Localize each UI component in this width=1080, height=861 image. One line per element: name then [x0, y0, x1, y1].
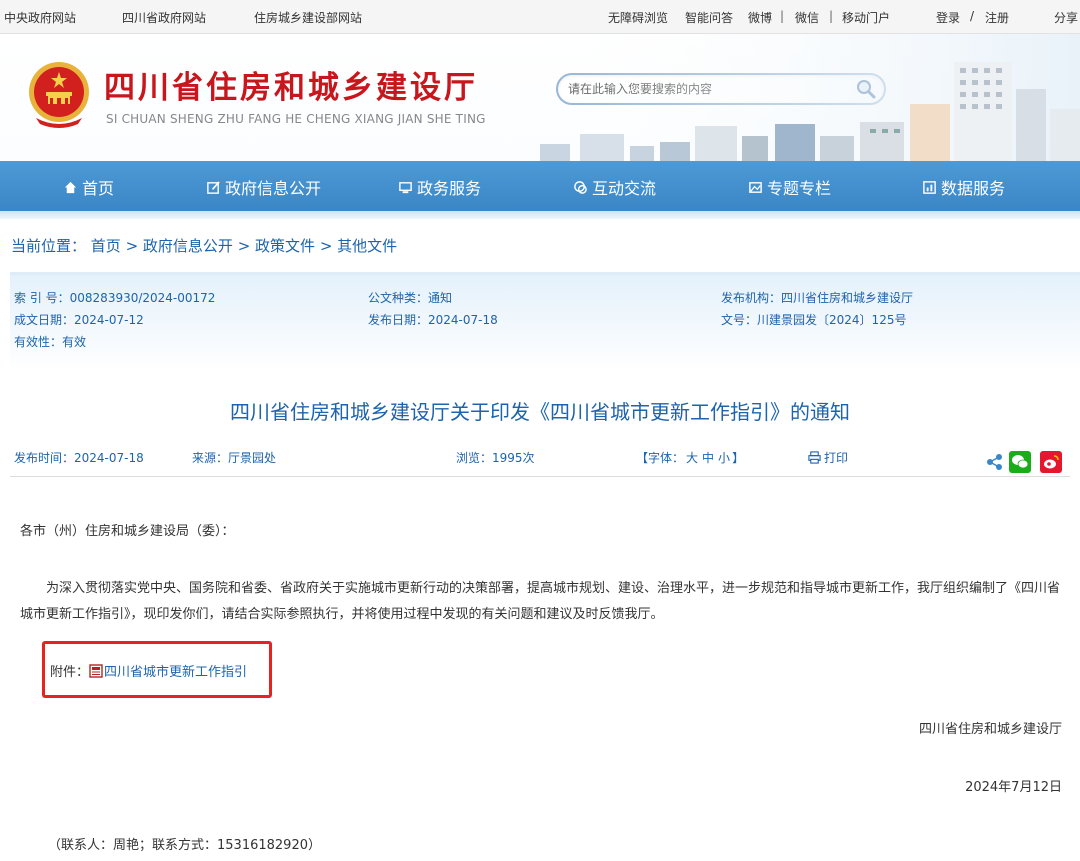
body-paragraph: 为深入贯彻落实党中央、国务院和省委、省政府关于实施城市更新行动的决策部署，提高城…	[20, 581, 1061, 622]
attachment-link[interactable]: 四川省城市更新工作指引	[104, 661, 247, 680]
city-skyline-illustration	[520, 34, 1080, 161]
chat-icon	[574, 180, 587, 194]
separator: /	[970, 9, 975, 23]
nav-item-label: 互动交流	[592, 179, 657, 198]
share-link[interactable]: 分享	[1054, 9, 1078, 26]
breadcrumb-gov-info[interactable]: 政府信息公开	[143, 237, 233, 255]
nav-item-label: 政务服务	[417, 179, 482, 198]
view-count: 浏览：1995次	[456, 451, 535, 465]
breadcrumb-other[interactable]: 其他文件	[337, 237, 397, 255]
link-accessibility[interactable]: 无障碍浏览	[608, 9, 668, 26]
signature: 四川省住房和城乡建设厅	[918, 722, 1062, 737]
image-icon	[749, 181, 762, 193]
article-meta: 发布时间：2024-07-18 来源：厅景园处 浏览：1995次 【字体：大中小…	[0, 446, 1080, 476]
contact-info: （联系人：周艳；联系方式：15316182920）	[48, 838, 321, 853]
breadcrumb-home[interactable]: 首页	[91, 237, 121, 255]
font-size-large[interactable]: 大	[686, 451, 698, 465]
nav-item-topics[interactable]: 专题专栏	[748, 175, 831, 199]
link-central-gov[interactable]: 中央政府网站	[4, 9, 76, 26]
issuing-org: 发布机构：四川省住房和城乡建设厅	[721, 291, 914, 305]
nav-item-interaction[interactable]: 互动交流	[573, 175, 656, 199]
monitor-icon	[399, 181, 412, 193]
main-nav: 首页 政府信息公开 政务服务 互动交流 专题专栏 数据服务	[0, 161, 1080, 211]
nav-item-label: 首页	[82, 179, 115, 198]
separator: |	[829, 9, 834, 23]
salutation: 各市（州）住房和城乡建设局（委）：	[20, 524, 235, 539]
link-wechat[interactable]: 微信	[795, 9, 819, 26]
link-sichuan-gov[interactable]: 四川省政府网站	[122, 9, 206, 26]
document-number: 文号：川建景园发〔2024〕125号	[721, 313, 907, 327]
breadcrumb-sep: >	[315, 237, 338, 255]
document-metadata: 索 引 号：008283930/2024-00172 公文种类：通知 发布机构：…	[10, 272, 1080, 372]
register-link[interactable]: 注册	[985, 9, 1009, 26]
edit-icon	[207, 180, 220, 194]
doc-type: 公文种类：通知	[368, 291, 453, 305]
breadcrumb-prefix: 当前位置：	[11, 237, 87, 255]
breadcrumb-sep: >	[120, 237, 143, 255]
nav-item-data[interactable]: 数据服务	[922, 175, 1005, 199]
meta-divider	[10, 476, 1070, 477]
published-date: 发布日期：2024-07-18	[368, 313, 498, 327]
link-mobile[interactable]: 移动门户	[842, 9, 890, 26]
site-header: 四川省住房和城乡建设厅 SI CHUAN SHENG ZHU FANG HE C…	[0, 34, 1080, 161]
created-date: 成文日期：2024-07-12	[14, 313, 144, 327]
link-weibo[interactable]: 微博	[748, 9, 772, 26]
emblem-icon	[29, 62, 89, 128]
nav-item-services[interactable]: 政务服务	[398, 175, 481, 199]
attachment-label: 附件：	[50, 665, 90, 680]
nav-shadow-strip	[0, 211, 1080, 219]
home-icon	[64, 181, 77, 193]
chart-icon	[923, 180, 936, 194]
nav-item-gov-info[interactable]: 政府信息公开	[206, 175, 321, 199]
login-link[interactable]: 登录	[936, 9, 960, 26]
link-mohurd[interactable]: 住房城乡建设部网站	[254, 9, 362, 26]
share-icon[interactable]	[984, 451, 1006, 473]
font-size-medium[interactable]: 中	[702, 451, 714, 465]
wechat-icon[interactable]	[1009, 451, 1031, 473]
breadcrumb-sep: >	[232, 237, 256, 255]
nav-item-label: 政府信息公开	[225, 179, 322, 198]
validity: 有效性：有效	[14, 335, 87, 349]
separator: |	[780, 9, 785, 23]
site-title: 四川省住房和城乡建设厅	[104, 70, 478, 106]
print-button[interactable]: 打印	[808, 449, 848, 466]
article-title: 四川省住房和城乡建设厅关于印发《四川省城市更新工作指引》的通知	[230, 400, 850, 424]
link-smart-qa[interactable]: 智能问答	[685, 9, 733, 26]
top-bar: 中央政府网站 四川省政府网站 住房城乡建设部网站 无障碍浏览 智能问答 微博 |…	[0, 0, 1080, 34]
weibo-icon[interactable]	[1040, 451, 1062, 473]
nav-item-label: 数据服务	[941, 179, 1006, 198]
source: 来源：厅景园处	[192, 451, 277, 465]
printer-icon	[808, 451, 821, 464]
attachment: 附件： 四川省城市更新工作指引	[50, 661, 247, 680]
pdf-icon	[89, 663, 103, 678]
site-subtitle: SI CHUAN SHENG ZHU FANG HE CHENG XIANG J…	[106, 112, 486, 126]
font-size-small[interactable]: 小	[718, 451, 730, 465]
nav-item-label: 专题专栏	[767, 179, 832, 198]
nav-item-home[interactable]: 首页	[63, 175, 114, 199]
publish-time: 发布时间：2024-07-18	[14, 451, 144, 465]
print-label: 打印	[824, 451, 849, 465]
index-number: 索 引 号：008283930/2024-00172	[14, 291, 216, 305]
signature-date: 2024年7月12日	[965, 780, 1062, 795]
font-size-switcher: 【字体：大中小】	[636, 451, 745, 465]
breadcrumb: 当前位置： 首页 > 政府信息公开 > 政策文件 > 其他文件	[11, 235, 397, 256]
breadcrumb-policy[interactable]: 政策文件	[255, 237, 315, 255]
